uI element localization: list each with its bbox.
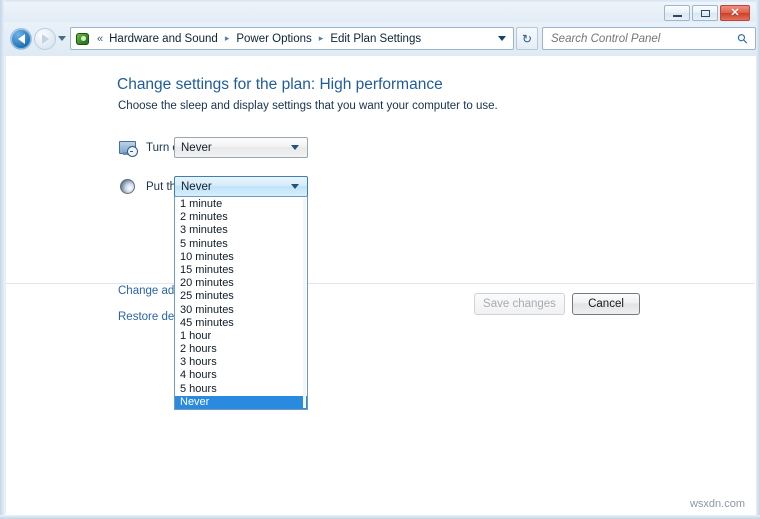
sleep-timeout-dropdown-list[interactable]: 1 minute2 minutes3 minutes5 minutes10 mi… (174, 196, 308, 410)
chevron-down-icon (291, 145, 299, 150)
maximize-icon (701, 10, 710, 17)
window-frame-right (756, 0, 760, 519)
dropdown-option[interactable]: 30 minutes (175, 304, 307, 317)
address-bar[interactable]: « Hardware and Sound ▸ Power Options ▸ E… (70, 27, 514, 50)
dropdown-option[interactable]: 10 minutes (175, 251, 307, 264)
content-divider (6, 283, 755, 284)
control-panel-window: ✕ « Hardware and Sound ▸ Power Options ▸… (0, 0, 760, 519)
minimize-icon (673, 15, 682, 17)
turn-off-display-value: Never (181, 142, 212, 154)
dropdown-option[interactable]: 20 minutes (175, 277, 307, 290)
put-computer-to-sleep-combobox[interactable]: Never (174, 176, 308, 197)
breadcrumb-item-hardware-and-sound[interactable]: Hardware and Sound (107, 31, 220, 47)
breadcrumb-item-edit-plan-settings[interactable]: Edit Plan Settings (328, 31, 423, 47)
minimize-button[interactable] (664, 5, 690, 21)
title-bar: ✕ (4, 2, 756, 22)
dropdown-option[interactable]: 15 minutes (175, 264, 307, 277)
breadcrumb-overflow-icon[interactable]: « (97, 33, 102, 45)
close-icon: ✕ (730, 8, 739, 19)
window-frame-bottom (0, 515, 760, 519)
maximize-button[interactable] (692, 5, 718, 21)
dropdown-option[interactable]: 1 hour (175, 330, 307, 343)
turn-off-display-combobox[interactable]: Never (174, 137, 308, 158)
dropdown-scrollbar[interactable] (303, 198, 306, 408)
dropdown-option[interactable]: 4 hours (175, 369, 307, 382)
refresh-button[interactable]: ↻ (516, 27, 538, 50)
navigation-bar: « Hardware and Sound ▸ Power Options ▸ E… (4, 22, 756, 56)
back-button[interactable] (10, 28, 32, 50)
sleep-moon-icon (118, 177, 138, 197)
dropdown-option[interactable]: 25 minutes (175, 290, 307, 303)
put-computer-to-sleep-value: Never (181, 181, 212, 193)
forward-arrow-icon (42, 34, 49, 44)
content-area: Change settings for the plan: High perfo… (5, 56, 755, 514)
breadcrumb-separator-icon: ▸ (225, 33, 230, 44)
dropdown-option[interactable]: 1 minute (175, 198, 307, 211)
recent-pages-dropdown-icon[interactable] (58, 36, 66, 41)
refresh-icon: ↻ (522, 32, 532, 46)
dropdown-option[interactable]: 5 minutes (175, 238, 307, 251)
dropdown-option[interactable]: 2 minutes (175, 211, 307, 224)
display-clock-icon (118, 138, 138, 158)
watermark: wsxdn.com (690, 498, 745, 510)
back-arrow-icon (18, 34, 25, 44)
control-panel-icon (75, 31, 91, 47)
dropdown-option[interactable]: Never (175, 396, 307, 409)
close-button[interactable]: ✕ (720, 5, 750, 21)
dropdown-option[interactable]: 45 minutes (175, 317, 307, 330)
breadcrumb-item-power-options[interactable]: Power Options (234, 31, 313, 47)
dropdown-option[interactable]: 5 hours (175, 383, 307, 396)
sidebar-divider (5, 56, 6, 514)
search-input[interactable] (549, 32, 738, 46)
dropdown-option[interactable]: 2 hours (175, 343, 307, 356)
page-title: Change settings for the plan: High perfo… (117, 76, 443, 94)
window-controls: ✕ (664, 5, 750, 21)
cancel-button[interactable]: Cancel (572, 293, 640, 315)
dropdown-option[interactable]: 3 minutes (175, 224, 307, 237)
page-subtitle: Choose the sleep and display settings th… (118, 100, 498, 112)
breadcrumb-separator-icon: ▸ (319, 33, 324, 44)
forward-button[interactable] (34, 28, 56, 50)
chevron-down-icon (291, 184, 299, 189)
search-box[interactable]: ⚲ (542, 27, 756, 50)
address-dropdown-icon[interactable] (498, 36, 506, 41)
dropdown-option[interactable]: 3 hours (175, 356, 307, 369)
save-changes-button[interactable]: Save changes (474, 293, 565, 315)
